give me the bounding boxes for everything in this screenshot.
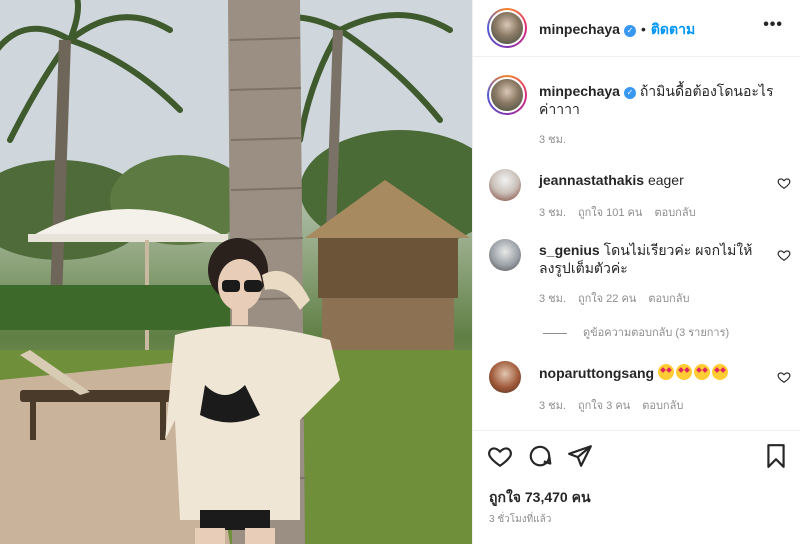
comment-time[interactable]: 3 ชม. (539, 207, 566, 219)
star-struck-emoji-icon (676, 364, 692, 380)
author-avatar[interactable] (487, 8, 527, 48)
more-options-icon[interactable]: ••• (763, 16, 783, 34)
comment-likes[interactable]: ถูกใจ 3 คน (578, 400, 630, 412)
post-photo[interactable] (0, 0, 472, 544)
comment-avatar[interactable] (489, 361, 521, 393)
post-timestamp[interactable]: 3 ชั่วโมงที่แล้ว (489, 512, 551, 527)
comment-emojis (658, 364, 730, 381)
comment-meta: 3 ชม. ถูกใจ 101 คน ตอบกลับ (539, 203, 759, 221)
caption: minpechaya ✓ ถ้ามินดื้อต้องโดนอะไร ค่าาาา… (539, 82, 779, 148)
heart-icon[interactable] (777, 370, 791, 384)
comment-meta: 3 ชม. ถูกใจ 22 คน ตอบกลับ (539, 289, 761, 307)
star-struck-emoji-icon (712, 364, 728, 380)
comment-avatar[interactable] (489, 169, 521, 201)
comment-item: jeannastathakis eager 3 ชม. ถูกใจ 101 คน ต… (539, 171, 759, 221)
comment-username[interactable]: s_genius (539, 242, 600, 258)
author-username[interactable]: minpechaya (539, 21, 620, 37)
caption-username[interactable]: minpechaya (539, 83, 620, 99)
follow-button[interactable]: ติดตาม (651, 21, 695, 37)
view-replies-label: ดูข้อความตอบกลับ (3 รายการ) (583, 327, 730, 339)
heart-icon[interactable] (777, 176, 791, 190)
comment-meta: 3 ชม. ถูกใจ 3 คน ตอบกลับ (539, 396, 761, 414)
comment-reply-button[interactable]: ตอบกลับ (642, 400, 683, 412)
post-side-panel: minpechaya ✓ • ติดตาม ••• minpechaya ✓ ถ้ามิ… (472, 0, 800, 544)
separator-dot: • (640, 21, 646, 37)
star-struck-emoji-icon (658, 364, 674, 380)
comments-list[interactable]: minpechaya ✓ ถ้ามินดื้อต้องโดนอะไร ค่าาาา… (473, 58, 800, 430)
share-icon[interactable] (567, 443, 593, 469)
comment-likes[interactable]: ถูกใจ 101 คน (578, 207, 642, 219)
divider (543, 332, 567, 334)
heart-icon[interactable] (777, 248, 791, 262)
post-header: minpechaya ✓ • ติดตาม ••• (473, 0, 800, 57)
comment-time[interactable]: 3 ชม. (539, 400, 566, 412)
caption-avatar[interactable] (487, 75, 527, 115)
bookmark-icon[interactable] (763, 443, 789, 469)
comment-username[interactable]: noparuttongsang (539, 365, 654, 381)
verified-badge-icon: ✓ (623, 87, 636, 99)
like-count[interactable]: ถูกใจ 73,470 คน (489, 487, 591, 509)
post-actions: ถูกใจ 73,470 คน 3 ชั่วโมงที่แล้ว (473, 430, 800, 544)
star-struck-emoji-icon (694, 364, 710, 380)
post-photo-illustration (0, 0, 472, 544)
comment-item: noparuttongsang 3 ชม. ถูกใจ 3 คน ตอบกลับ (539, 364, 761, 414)
comment-reply-button[interactable]: ตอบกลับ (654, 207, 695, 219)
comment-item: s_genius โดนไม่เรียวค่ะ ผจกไม่ให้ลงรูปเต… (539, 241, 761, 307)
comment-username[interactable]: jeannastathakis (539, 172, 644, 188)
caption-time[interactable]: 3 ชม. (539, 130, 779, 148)
view-replies-button[interactable]: ดูข้อความตอบกลับ (3 รายการ) (543, 323, 729, 341)
comment-text: eager (647, 172, 684, 188)
like-heart-icon[interactable] (487, 443, 513, 469)
author-line: minpechaya ✓ • ติดตาม (539, 19, 695, 41)
comment-time[interactable]: 3 ชม. (539, 293, 566, 305)
comment-likes[interactable]: ถูกใจ 22 คน (578, 293, 636, 305)
verified-badge-icon: ✓ (623, 25, 636, 37)
comment-reply-button[interactable]: ตอบกลับ (648, 293, 689, 305)
comment-avatar[interactable] (489, 239, 521, 271)
comment-icon[interactable] (527, 443, 553, 469)
